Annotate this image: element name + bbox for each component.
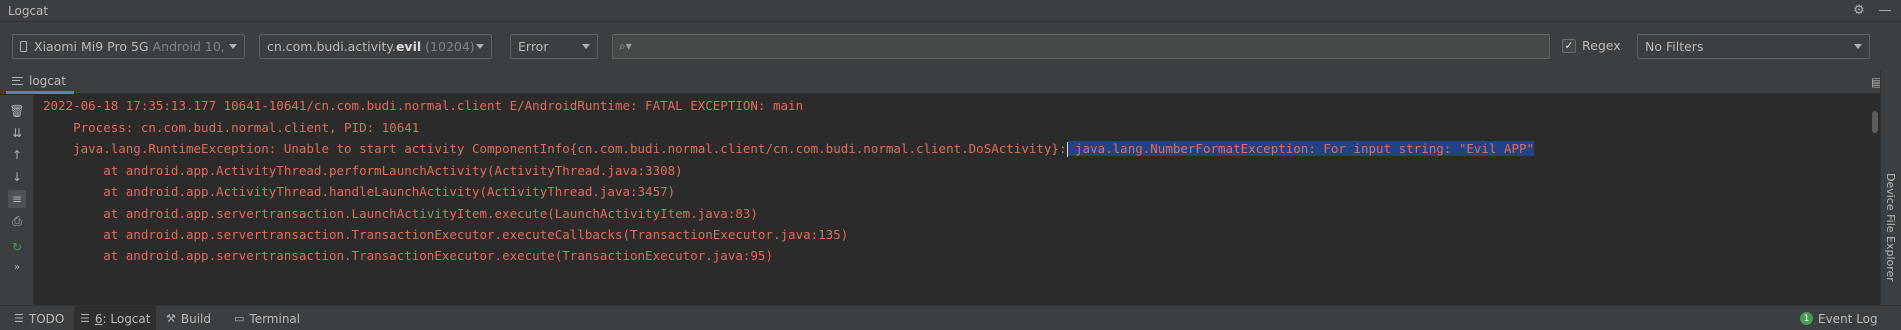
- vertical-scrollbar[interactable]: [1870, 95, 1880, 305]
- title-bar-actions: ⚙ —: [1851, 2, 1893, 18]
- logcat-shortcut-number: 6: [94, 311, 103, 326]
- soft-wrap-icon[interactable]: ≡: [8, 190, 26, 208]
- search-input[interactable]: [641, 36, 1541, 57]
- scrollbar-thumb[interactable]: [1872, 111, 1878, 133]
- search-icon[interactable]: ⌕▾: [619, 39, 639, 55]
- chevron-down-icon: [1854, 44, 1862, 49]
- event-log-label: Event Log: [1818, 311, 1878, 326]
- regex-label: Regex: [1582, 38, 1621, 53]
- process-prefix: cn.com.budi.activity.: [267, 39, 396, 54]
- filter-value: No Filters: [1645, 39, 1704, 54]
- log-line: at android.app.ActivityThread.performLau…: [43, 163, 683, 178]
- window-title: Logcat: [8, 4, 49, 18]
- arrow-up-icon[interactable]: ↑: [8, 146, 26, 164]
- log-level-dropdown[interactable]: Error: [510, 34, 598, 59]
- log-line: at android.app.ActivityThread.handleLaun…: [43, 184, 676, 199]
- todo-label: TODO: [28, 311, 65, 326]
- chevron-down-icon: [229, 44, 237, 49]
- device-dropdown[interactable]: Xiaomi Mi9 Pro 5G Android 10,: [12, 34, 245, 59]
- tool-window-title-bar: Logcat ⚙ —: [0, 0, 1901, 22]
- regex-toggle[interactable]: ✓ Regex: [1562, 38, 1621, 53]
- trash-icon[interactable]: 🗑: [8, 102, 26, 120]
- log-line: at android.app.servertransaction.Transac…: [43, 248, 773, 263]
- right-tool-strip: Device File Explorer: [1880, 70, 1901, 305]
- device-name: Xiaomi Mi9 Pro 5G: [34, 39, 149, 54]
- scroll-to-end-icon[interactable]: ⇊: [8, 124, 26, 142]
- arrow-down-icon[interactable]: ↓: [8, 168, 26, 186]
- logcat-label: : Logcat: [102, 311, 151, 326]
- log-line: 2022-06-18 17:35:13.177 10641-10641/cn.c…: [43, 98, 804, 113]
- tab-logcat[interactable]: logcat: [6, 70, 74, 94]
- selected-text: java.lang.NumberFormatException: For inp…: [1067, 141, 1535, 156]
- tab-label: logcat: [29, 73, 66, 88]
- filter-dropdown[interactable]: No Filters: [1637, 34, 1870, 59]
- event-log-tab[interactable]: 1 Event Log: [1794, 306, 1884, 330]
- build-label: Build: [180, 311, 211, 326]
- log-level-value: Error: [518, 39, 549, 54]
- logcat-icon: [12, 76, 23, 85]
- phone-icon: [20, 41, 27, 52]
- device-os: Android 10,: [152, 39, 225, 54]
- log-line-with-selection: java.lang.RuntimeException: Unable to st…: [43, 140, 1535, 158]
- list-icon: ☰: [14, 312, 24, 325]
- logcat-side-toolbar: 🗑 ⇊ ↑ ↓ ≡ ⎙ ↻ »: [0, 95, 34, 305]
- search-box: ⌕▾: [612, 34, 1550, 59]
- more-icon[interactable]: »: [8, 258, 26, 276]
- tab-strip: logcat ▤: [0, 70, 1901, 94]
- hammer-icon: ⚒: [166, 312, 176, 325]
- status-bar: ☰ TODO ☰ 6: Logcat ⚒ Build ▭ Terminal 1 …: [0, 305, 1901, 330]
- process-name-bold: evil: [395, 39, 422, 54]
- logcat-tab[interactable]: ☰ 6: Logcat: [74, 306, 157, 330]
- process-dropdown[interactable]: cn.com.budi.activity. evil (10204): [259, 34, 492, 59]
- terminal-icon: ▭: [234, 312, 245, 325]
- minimize-icon[interactable]: —: [1877, 2, 1893, 18]
- log-line: at android.app.servertransaction.LaunchA…: [43, 206, 758, 221]
- chevron-down-icon: [582, 44, 590, 49]
- device-file-explorer-tab[interactable]: Device File Explorer: [1884, 173, 1897, 282]
- process-pid: (10204): [425, 39, 475, 54]
- chevron-down-icon: [476, 44, 484, 49]
- restart-icon[interactable]: ↻: [8, 238, 26, 256]
- terminal-tab[interactable]: ▭ Terminal: [228, 306, 306, 330]
- logcat-icon: ☰: [80, 312, 90, 325]
- terminal-label: Terminal: [249, 311, 301, 326]
- regex-checkbox[interactable]: ✓: [1562, 38, 1576, 53]
- print-icon[interactable]: ⎙: [8, 212, 26, 230]
- gear-icon[interactable]: ⚙: [1851, 2, 1867, 18]
- event-count-badge: 1: [1800, 312, 1813, 325]
- todo-tab[interactable]: ☰ TODO: [8, 306, 70, 330]
- build-tab[interactable]: ⚒ Build: [160, 306, 217, 330]
- log-line: at android.app.servertransaction.Transac…: [43, 227, 849, 242]
- log-output[interactable]: 2022-06-18 17:35:13.177 10641-10641/cn.c…: [34, 95, 1870, 305]
- log-line-text: java.lang.RuntimeException: Unable to st…: [43, 141, 1067, 156]
- logcat-toolbar: Xiaomi Mi9 Pro 5G Android 10, cn.com.bud…: [0, 22, 1901, 70]
- log-line: Process: cn.com.budi.normal.client, PID:…: [43, 120, 420, 135]
